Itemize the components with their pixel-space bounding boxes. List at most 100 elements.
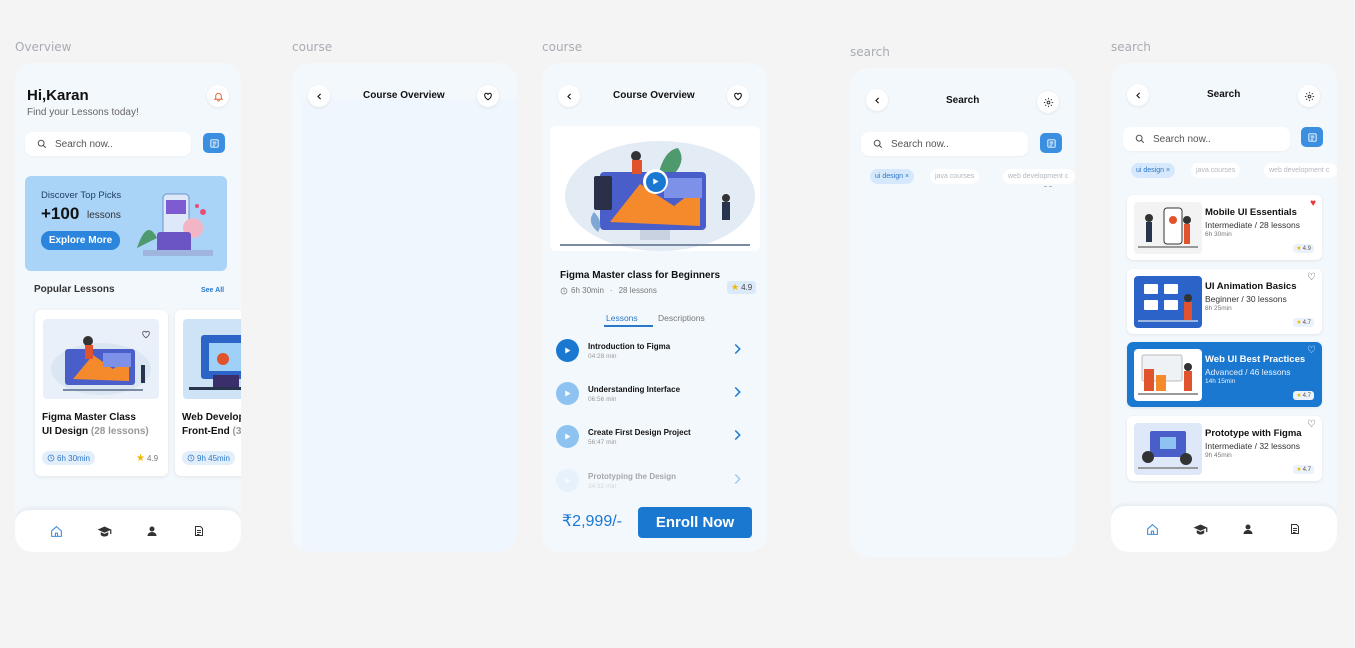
search-input[interactable]: Search now.. <box>1123 127 1290 151</box>
card-title-line2: UI Design (28 lessons) <box>42 426 149 437</box>
heart-icon <box>734 92 742 101</box>
heart-icon[interactable] <box>141 329 151 339</box>
back-button[interactable] <box>866 89 888 111</box>
clock-icon <box>47 454 55 462</box>
filter-chip[interactable]: web development c <box>1264 163 1337 178</box>
lesson-title: Create First Design Project <box>588 428 691 437</box>
document-icon <box>1291 524 1300 534</box>
search-result-card[interactable]: Prototype with Figma Intermediate / 32 l… <box>1127 416 1322 481</box>
nav-notes[interactable] <box>189 521 209 541</box>
filter-icon <box>1046 138 1056 148</box>
result-duration: 6h 30min <box>1205 231 1232 238</box>
heart-filled-icon[interactable]: ♥ <box>1310 199 1316 209</box>
course-overview-empty-screen: Course Overview <box>292 63 517 552</box>
page-title: Search <box>1207 89 1241 100</box>
play-button[interactable] <box>556 339 579 362</box>
filter-button[interactable] <box>1040 133 1062 153</box>
search-placeholder: Search now.. <box>891 138 949 150</box>
chevron-left-icon <box>566 92 571 100</box>
notification-button[interactable] <box>207 85 229 107</box>
popular-lesson-card[interactable]: Web Develop Front-End (3 9h 45min <box>175 310 241 476</box>
user-icon <box>1243 524 1253 534</box>
filter-button[interactable] <box>1301 127 1323 147</box>
star-icon: ★ <box>1296 320 1302 326</box>
back-button[interactable] <box>308 85 330 107</box>
filter-chip[interactable]: web development c <box>1003 169 1075 184</box>
star-icon: ★ <box>731 282 740 292</box>
nav-courses[interactable] <box>94 521 114 541</box>
banner-title: Discover Top Picks <box>41 190 122 201</box>
lesson-item[interactable]: Prototyping the Design 34:32 min <box>556 469 756 499</box>
home-search-input[interactable]: Search now.. <box>25 132 191 156</box>
nav-notes[interactable] <box>1285 519 1305 539</box>
search-empty-screen: Search Search now.. ui design × java cou… <box>850 68 1075 557</box>
search-icon <box>37 139 47 149</box>
active-tab-indicator <box>604 325 653 327</box>
heart-icon[interactable]: ♡ <box>1307 420 1316 430</box>
filter-chip[interactable]: ui design × <box>870 169 915 184</box>
play-icon <box>653 178 659 185</box>
enroll-now-button[interactable]: Enroll Now <box>638 507 752 538</box>
filter-icon <box>1307 132 1317 142</box>
nav-profile[interactable] <box>1238 519 1258 539</box>
web-dev-illustration <box>189 335 241 390</box>
search-result-card[interactable]: UI Animation Basics Beginner / 30 lesson… <box>1127 269 1322 334</box>
nav-home[interactable] <box>1143 519 1163 539</box>
nav-courses[interactable] <box>1190 519 1210 539</box>
result-title: Mobile UI Essentials <box>1205 207 1297 218</box>
bottom-nav <box>1111 506 1337 552</box>
favorite-button[interactable] <box>727 85 749 107</box>
tab-lessons[interactable]: Lessons <box>606 313 638 323</box>
bell-icon <box>213 92 223 102</box>
lesson-item[interactable]: Understanding Interface 06:56 min <box>556 382 756 412</box>
rating: ★ 4.9 <box>136 453 159 464</box>
lesson-item[interactable]: Create First Design Project 56:47 min <box>556 425 756 455</box>
content-area <box>302 99 517 552</box>
play-button[interactable] <box>556 469 579 492</box>
back-button[interactable] <box>1127 84 1149 106</box>
play-button[interactable] <box>556 425 579 448</box>
search-result-card-selected[interactable]: Web UI Best Practices Advanced / 46 less… <box>1127 342 1322 407</box>
nav-profile[interactable] <box>142 521 162 541</box>
lesson-duration: 34:32 min <box>588 483 617 490</box>
banner-illustration <box>137 193 213 256</box>
page-title: Course Overview <box>363 90 445 101</box>
heart-icon[interactable]: ♡ <box>1307 273 1316 283</box>
web-ui-illustration <box>1138 354 1198 395</box>
course-video[interactable] <box>550 126 760 251</box>
frame-label-search-1: search <box>850 45 890 59</box>
nav-home[interactable] <box>47 521 67 541</box>
card-title-line2: Front-End (3 <box>182 426 241 437</box>
favorite-button[interactable] <box>477 85 499 107</box>
lesson-thumbnail <box>183 319 241 399</box>
video-play-button[interactable] <box>643 169 668 194</box>
see-all-link[interactable]: See All <box>201 287 224 294</box>
explore-more-button[interactable]: Explore More <box>41 231 120 250</box>
popular-lessons-title: Popular Lessons <box>34 284 115 295</box>
popular-lesson-card[interactable]: Figma Master Class UI Design (28 lessons… <box>35 310 168 476</box>
frame-label-course-2: course <box>542 40 583 54</box>
filter-chip[interactable]: ui design × <box>1131 163 1176 178</box>
result-thumbnail <box>1134 202 1202 254</box>
lesson-duration: 06:56 min <box>588 396 617 403</box>
filter-chip[interactable]: java courses <box>1191 163 1241 178</box>
play-button[interactable] <box>556 382 579 405</box>
home-filter-button[interactable] <box>203 133 225 153</box>
lesson-duration: 56:47 min <box>588 439 617 446</box>
filter-chip[interactable]: java courses <box>930 169 980 184</box>
search-input[interactable]: Search now.. <box>861 132 1028 156</box>
settings-button[interactable] <box>1037 91 1059 113</box>
search-placeholder: Search now.. <box>55 138 113 150</box>
clock-icon <box>560 287 568 294</box>
rating-badge: ★ 4.7 <box>1293 318 1314 327</box>
heart-icon[interactable]: ♡ <box>1307 346 1316 356</box>
result-subtitle: Advanced / 46 lessons <box>1205 367 1291 377</box>
rating-badge: ★ 4.9 <box>1293 244 1314 253</box>
document-icon <box>195 526 204 536</box>
heart-icon <box>484 92 492 101</box>
lesson-item[interactable]: Introduction to Figma 04:28 min <box>556 339 756 369</box>
search-result-card[interactable]: Mobile UI Essentials Intermediate / 28 l… <box>1127 195 1322 260</box>
back-button[interactable] <box>558 85 580 107</box>
tab-descriptions[interactable]: Descriptions <box>658 313 705 323</box>
settings-button[interactable] <box>1298 85 1320 107</box>
